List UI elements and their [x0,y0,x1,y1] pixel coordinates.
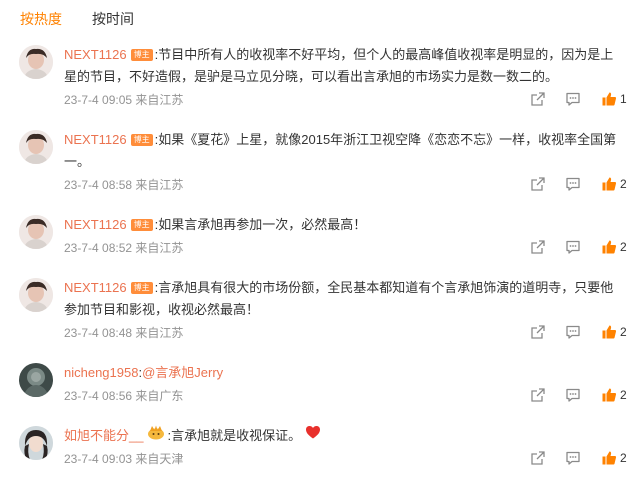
like-count: 2 [620,240,627,254]
avatar[interactable] [19,45,53,79]
thumbs-up-icon[interactable] [601,176,617,192]
tab-sort-by-time[interactable]: 按时间 [92,9,134,29]
tab-sort-by-hot[interactable]: 按热度 [20,9,62,29]
sort-tabs: 按热度 按时间 [0,0,641,36]
author-badge: 博主 [130,48,153,61]
comment-text: :言承旭就是收视保证。 [167,428,302,443]
comment-meta: 23-7-4 08:58 来自江苏 [64,178,184,192]
avatar[interactable] [19,426,53,460]
username[interactable]: NEXT1126 [64,132,127,147]
author-badge: 博主 [130,218,153,231]
comment-actions: 2 [521,387,641,407]
comment-icon[interactable] [565,239,581,255]
vip-crown-icon [147,424,165,447]
thumbs-up-icon[interactable] [601,91,617,107]
like-count: 2 [620,388,627,402]
like-count: 2 [620,451,627,465]
share-icon[interactable] [530,450,546,466]
username[interactable]: NEXT1126 [64,217,127,232]
thumbs-up-icon[interactable] [601,387,617,403]
comment-item: NEXT1126 博主:言承旭具有很大的市场份额，全民基本都知道有个言承旭饰演的道… [0,273,641,345]
avatar[interactable] [19,278,53,312]
avatar[interactable] [19,363,53,397]
comment-item: NEXT1126 博主:如果《夏花》上星，就像2015年浙江卫视空降《恋恋不忘》一… [0,125,641,197]
avatar[interactable] [19,215,53,249]
comment-meta: 23-7-4 09:03 来自天津 [64,452,184,466]
like-count: 1 [620,92,627,106]
comment-actions: 2 [521,450,641,470]
share-icon[interactable] [530,91,546,107]
comment-icon[interactable] [565,176,581,192]
comment-actions: 1 [521,91,641,111]
author-badge: 博主 [130,133,153,146]
comment-meta: 23-7-4 09:05 来自江苏 [64,93,184,107]
comment-icon[interactable] [565,91,581,107]
thumbs-up-icon[interactable] [601,239,617,255]
share-icon[interactable] [530,324,546,340]
comment-text: :如果言承旭再参加一次，必然最高！ [154,217,367,232]
comment-actions: 2 [521,324,641,344]
mention-link[interactable]: @言承旭Jerry [142,365,223,380]
heart-icon [305,424,321,446]
like-count: 2 [620,177,627,191]
comment-icon[interactable] [565,450,581,466]
comment-icon[interactable] [565,387,581,403]
share-icon[interactable] [530,239,546,255]
share-icon[interactable] [530,176,546,192]
comment-icon[interactable] [565,324,581,340]
comment-meta: 23-7-4 08:52 来自江苏 [64,241,184,255]
comment-actions: 2 [521,176,641,196]
avatar[interactable] [19,130,53,164]
thumbs-up-icon[interactable] [601,450,617,466]
comment-item: NEXT1126 博主:如果言承旭再参加一次，必然最高！ 23-7-4 08:52… [0,210,641,260]
author-badge: 博主 [130,281,153,294]
comment-item: nicheng1958:@言承旭Jerry 23-7-4 08:56 来自广东 … [0,358,641,408]
share-icon[interactable] [530,387,546,403]
username[interactable]: NEXT1126 [64,47,127,62]
username[interactable]: 如旭不能分__ [64,428,143,443]
username[interactable]: nicheng1958 [64,365,138,380]
comment-meta: 23-7-4 08:56 来自广东 [64,389,184,403]
thumbs-up-icon[interactable] [601,324,617,340]
comment-item: 如旭不能分__ :言承旭就是收视保证。 23-7-4 09:03 来自天津 2 [0,421,641,471]
username[interactable]: NEXT1126 [64,280,127,295]
comment-actions: 2 [521,239,641,259]
comment-item: NEXT1126 博主:节目中所有人的收视率不好平均，但个人的最高峰值收视率是明显… [0,40,641,112]
comment-meta: 23-7-4 08:48 来自江苏 [64,326,184,340]
like-count: 2 [620,325,627,339]
